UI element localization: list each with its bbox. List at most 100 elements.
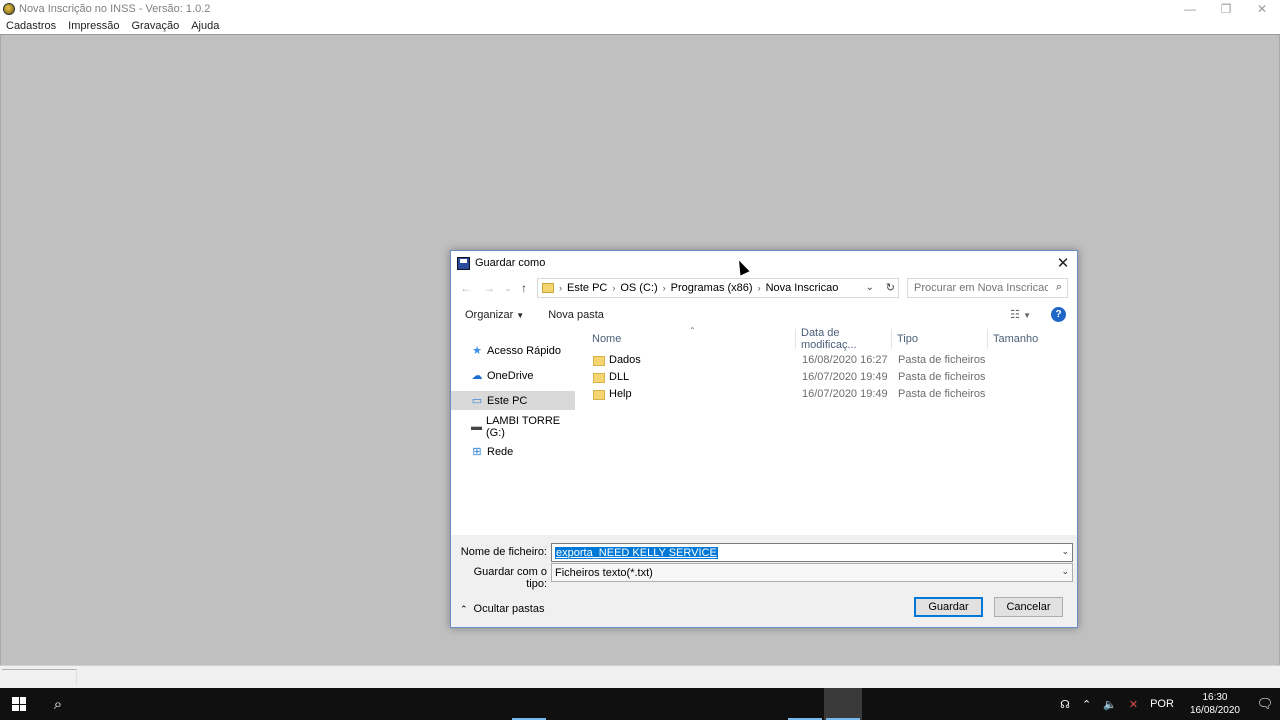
filename-value: exporta_NEED KELLY SERVICE [555, 546, 718, 559]
up-folder-button[interactable]: ↑ [515, 279, 533, 297]
window-controls: — ❐ ✕ [1172, 0, 1280, 18]
file-name: Dados [609, 354, 641, 366]
menu-ajuda[interactable]: Ajuda [185, 20, 225, 32]
file-type: Pasta de ficheiros [898, 354, 986, 366]
taskbar-app-active[interactable] [824, 688, 862, 720]
taskbar: ⌕ ☊ ⌃ 🔈 ✕ POR 16:30 16/08/2020 🗨 [0, 688, 1280, 720]
save-as-dialog: Guardar como ✕ ← → ⌄ ↑ › Este PC › OS (C… [450, 250, 1078, 628]
windows-logo-icon [12, 697, 26, 711]
dialog-toolbar: Organizar ▼ Nova pasta ☷ ▼ ? [451, 304, 1077, 326]
column-header-name[interactable]: Nome [591, 329, 796, 349]
column-header-date[interactable]: Data de modificaç... [800, 327, 892, 351]
clock-date: 16/08/2020 [1189, 705, 1240, 716]
dialog-bottom-area: Nome de ficheiro: exporta_NEED KELLY SER… [451, 535, 1077, 627]
chevron-down-icon[interactable]: ⌄ [866, 282, 874, 293]
nav-item-label: LAMBI TORRE (G:) [485, 414, 561, 439]
folder-icon [593, 373, 605, 383]
chevron-right-icon[interactable]: › [758, 283, 761, 293]
menu-cadastros[interactable]: Cadastros [0, 20, 62, 32]
nav-item-lambi-torre[interactable]: ▬ LAMBI TORRE (G:) [451, 414, 575, 439]
organize-button[interactable]: Organizar ▼ [465, 309, 524, 321]
help-icon[interactable]: ? [1051, 307, 1066, 322]
save-button[interactable]: Guardar [914, 597, 983, 617]
view-options-button[interactable]: ☷ ▼ [1010, 308, 1031, 321]
taskbar-search-icon[interactable]: ⌕ [40, 688, 76, 720]
column-header-size[interactable]: Tamanho [992, 329, 1074, 349]
file-row[interactable]: DLL 16/07/2020 19:49 Pasta de ficheiros [591, 370, 1075, 387]
folder-icon [593, 390, 605, 400]
chevron-right-icon: › [559, 283, 562, 293]
breadcrumb-programas[interactable]: Programas (x86) [671, 282, 753, 294]
search-icon[interactable]: ⌕ [1056, 281, 1062, 294]
file-name: Help [609, 388, 632, 400]
menu-gravacao[interactable]: Gravação [126, 20, 186, 32]
nav-item-rede[interactable]: ⊞ Rede [451, 442, 575, 461]
filename-label: Nome de ficheiro: [460, 546, 547, 558]
breadcrumb-os-c[interactable]: OS (C:) [620, 282, 657, 294]
dialog-close-button[interactable]: ✕ [1053, 253, 1073, 273]
app-statusbar [0, 665, 1280, 688]
drive-icon: ▬ [470, 420, 482, 433]
file-row[interactable]: Help 16/07/2020 19:49 Pasta de ficheiros [591, 387, 1075, 404]
hide-folders-label: Ocultar pastas [473, 603, 545, 615]
search-input[interactable] [908, 279, 1048, 297]
file-name: DLL [609, 371, 630, 383]
app-menubar: Cadastros Impressão Gravação Ajuda [0, 18, 1280, 35]
menu-impressao[interactable]: Impressão [62, 20, 125, 32]
new-folder-button[interactable]: Nova pasta [548, 309, 604, 321]
address-bar-row: ← → ⌄ ↑ › Este PC › OS (C:) › Programas … [451, 277, 1077, 299]
restore-button[interactable]: ❐ [1208, 0, 1244, 18]
people-icon[interactable]: ☊ [1060, 698, 1070, 711]
minimize-button[interactable]: — [1172, 0, 1208, 18]
filename-field[interactable]: exporta_NEED KELLY SERVICE ⌄ [551, 543, 1073, 562]
hide-folders-toggle[interactable]: ⌃ Ocultar pastas [460, 603, 544, 615]
file-type: Pasta de ficheiros [898, 388, 986, 400]
chevron-up-icon[interactable]: ⌃ [1082, 698, 1091, 711]
column-header-type[interactable]: Tipo [896, 329, 988, 349]
clock-time: 16:30 [1202, 692, 1228, 703]
volume-icon[interactable]: 🔈 [1103, 698, 1117, 711]
star-icon: ★ [472, 345, 482, 357]
refresh-icon[interactable]: ↻ [886, 281, 895, 294]
app-titlebar: Nova Inscrição no INSS - Versão: 1.0.2 —… [0, 0, 1280, 18]
filetype-select[interactable]: Ficheiros texto(*.txt) ⌄ [551, 563, 1073, 582]
start-button[interactable] [0, 688, 38, 720]
caret-down-icon: ▼ [1023, 311, 1031, 320]
network-disconnected-icon[interactable]: ✕ [1129, 698, 1138, 711]
status-cell [2, 669, 77, 686]
chevron-down-icon[interactable]: ⌄ [1061, 566, 1069, 577]
nav-item-acesso-rapido[interactable]: ★ Acesso Rápido [451, 341, 575, 360]
nav-item-este-pc[interactable]: ▭ Este PC [451, 391, 575, 410]
nav-item-label: Este PC [487, 394, 528, 407]
breadcrumb[interactable]: › Este PC › OS (C:) › Programas (x86) › … [537, 278, 899, 298]
cloud-icon: ☁ [471, 370, 483, 382]
nav-item-label: OneDrive [487, 369, 534, 382]
chevron-right-icon[interactable]: › [612, 283, 615, 293]
caret-down-icon: ▼ [516, 311, 525, 320]
cancel-button[interactable]: Cancelar [994, 597, 1063, 617]
language-indicator[interactable]: POR [1150, 698, 1174, 710]
file-row[interactable]: Dados 16/08/2020 16:27 Pasta de ficheiro… [591, 353, 1075, 370]
app-icon [3, 3, 15, 15]
file-type: Pasta de ficheiros [898, 371, 986, 383]
folder-icon [542, 283, 554, 293]
navigation-pane: ★ Acesso Rápido ☁ OneDrive ▭ Este PC ▬ L… [451, 339, 583, 529]
breadcrumb-nova-inscricao[interactable]: Nova Inscricao [766, 282, 839, 294]
notifications-icon[interactable]: 🗨 [1250, 696, 1280, 712]
file-date: 16/08/2020 16:27 [802, 354, 888, 366]
network-icon: ⊞ [472, 446, 482, 458]
nav-item-onedrive[interactable]: ☁ OneDrive [451, 366, 575, 385]
chevron-right-icon[interactable]: › [663, 283, 666, 293]
breadcrumb-este-pc[interactable]: Este PC [567, 282, 607, 294]
back-button[interactable]: ← [457, 279, 475, 297]
clock[interactable]: 16:30 16/08/2020 [1190, 691, 1240, 717]
forward-button[interactable]: → [480, 279, 498, 297]
search-box[interactable]: ⌕ [907, 278, 1068, 298]
floppy-disk-icon [457, 256, 470, 270]
taskbar-app[interactable] [786, 688, 824, 720]
taskbar-app[interactable] [510, 688, 548, 720]
close-window-button[interactable]: ✕ [1244, 0, 1280, 18]
dialog-titlebar[interactable]: Guardar como ✕ [451, 251, 1077, 275]
chevron-down-icon[interactable]: ⌄ [1061, 546, 1069, 557]
folder-icon [593, 356, 605, 366]
